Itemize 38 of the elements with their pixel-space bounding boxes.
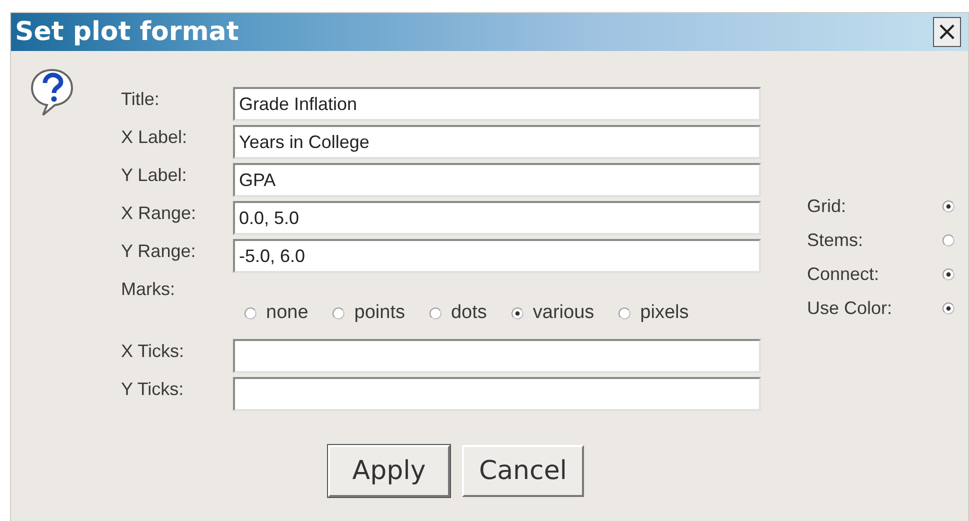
- field-label: Marks:: [121, 278, 176, 300]
- input-field[interactable]: [233, 339, 761, 373]
- help-icon: [29, 67, 75, 117]
- radio-button[interactable]: [942, 200, 955, 212]
- field-label: Title:: [121, 88, 160, 110]
- radio-label: none: [266, 302, 308, 324]
- radio-label: dots: [450, 302, 487, 324]
- dialog-button[interactable]: Apply: [328, 445, 450, 497]
- radio-button[interactable]: [332, 306, 346, 320]
- radio-label: pixels: [640, 302, 689, 324]
- input-field[interactable]: GPA: [233, 163, 761, 197]
- radio-button[interactable]: [428, 306, 442, 320]
- option-label: Connect:: [807, 264, 880, 284]
- radio-button[interactable]: [510, 306, 524, 320]
- option-label: Stems:: [807, 230, 864, 250]
- option-label: Use Color:: [807, 298, 892, 318]
- input-field[interactable]: Years in College: [233, 125, 761, 159]
- field-label: Y Ticks:: [121, 378, 185, 400]
- close-button[interactable]: ×: [933, 17, 961, 47]
- input-field[interactable]: 0.0, 5.0: [233, 201, 761, 235]
- window-title: Set plot format: [14, 17, 239, 47]
- field-label: X Range:: [121, 202, 198, 224]
- radio-button[interactable]: [942, 234, 955, 246]
- field-label: Y Label:: [121, 164, 188, 186]
- dialog-button[interactable]: Cancel: [462, 445, 584, 497]
- radio-button[interactable]: [618, 306, 632, 320]
- radio-button[interactable]: [942, 302, 955, 314]
- radio-label: various: [532, 302, 594, 324]
- radio-button[interactable]: [942, 268, 955, 280]
- field-label: Y Range:: [121, 240, 197, 262]
- radio-label: points: [354, 302, 405, 324]
- field-label: X Label:: [121, 126, 188, 148]
- input-field[interactable]: -5.0, 6.0: [233, 239, 761, 273]
- input-field[interactable]: [233, 377, 761, 411]
- option-label: Grid:: [807, 196, 846, 216]
- input-field[interactable]: Grade Inflation: [233, 87, 761, 121]
- radio-button[interactable]: [244, 306, 257, 320]
- field-label: X Ticks:: [121, 340, 186, 362]
